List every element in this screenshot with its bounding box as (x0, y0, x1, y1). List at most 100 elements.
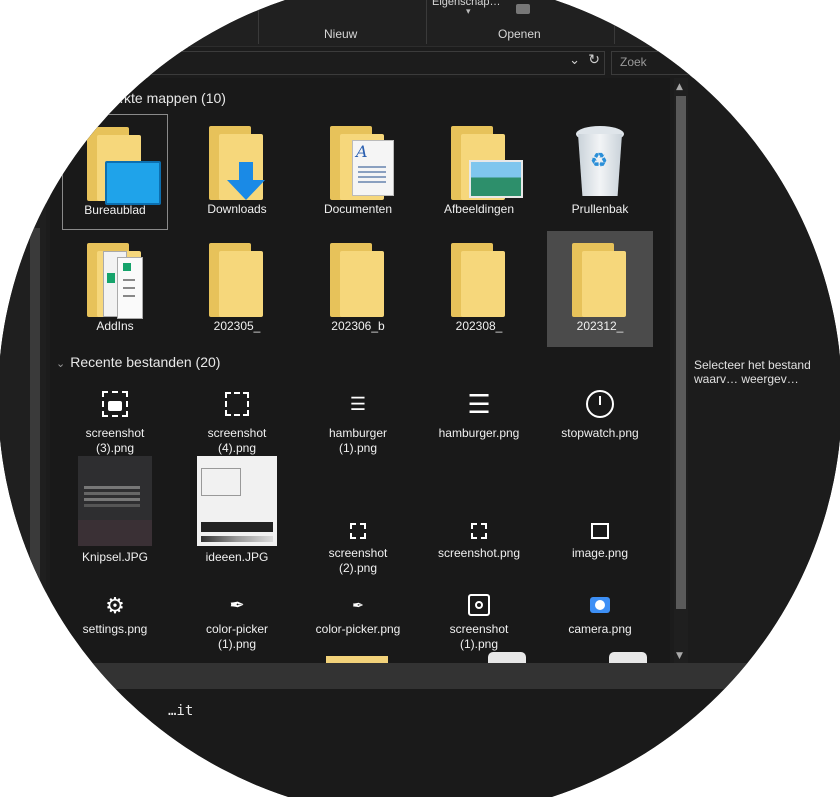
recent-files-title: Recente bestanden (20) (70, 354, 221, 370)
file-tile[interactable]: ideeen.JPG (184, 456, 290, 566)
folder-tile[interactable]: Afbeeldingen (426, 114, 532, 230)
hamburger-icon: ☰ (349, 393, 367, 414)
screenshot-icon (468, 520, 490, 542)
folder-tile[interactable]: AddIns (62, 231, 168, 347)
vertical-scrollbar[interactable]: ▲ ▼ (674, 78, 688, 663)
screenshot-icon (466, 592, 492, 618)
folder-icon (326, 239, 390, 319)
folder-icon (568, 239, 632, 319)
file-label: color-picker (1).png (205, 622, 268, 651)
file-tile[interactable]: screenshot.png (426, 518, 532, 578)
screenshot-icon (219, 386, 255, 422)
folder-icon (326, 656, 388, 663)
address-bar[interactable]: ⌄ ↻ (40, 51, 605, 75)
scroll-up-icon[interactable]: ▲ (676, 82, 683, 92)
folder-label: Documenten (323, 202, 393, 216)
folder-tile[interactable]: Downloads (184, 114, 290, 230)
file-tile[interactable]: ☰ hamburger.png (426, 378, 532, 448)
preview-pane: Selecteer het bestand waarv… weergev… (690, 78, 840, 663)
folder-label: 202306_b (331, 319, 385, 333)
folder-icon (205, 239, 269, 319)
file-label: screenshot.png (437, 546, 521, 560)
ribbon: Nieuw Openen Eigenschap… ▾ (0, 0, 840, 47)
file-tile[interactable]: screenshot (1).png (426, 584, 532, 654)
file-tile[interactable]: ✒ color-picker (1).png (184, 584, 290, 654)
file-tile[interactable]: screenshot (4).png (184, 378, 290, 455)
stopwatch-icon (582, 386, 618, 422)
file-icon (488, 652, 526, 663)
file-label: screenshot (2).png (328, 546, 388, 575)
scroll-down-icon[interactable]: ▼ (676, 651, 683, 661)
folder-tile[interactable]: 202305_ (184, 231, 290, 347)
file-tile[interactable]: screenshot (2).png (305, 518, 411, 578)
refresh-icon[interactable]: ↻ (588, 52, 600, 68)
file-tile[interactable]: screenshot (3).png (62, 378, 168, 455)
folder-label: Prullenbak (571, 202, 629, 216)
chevron-down-icon[interactable]: ⌄ (569, 53, 580, 68)
navigation-scrollbar[interactable] (30, 228, 40, 638)
folder-label: 202308_ (455, 319, 503, 333)
recycle-bin-icon: ♻ (570, 122, 630, 202)
navigation-pane[interactable] (0, 78, 46, 660)
terminal-line: …it (168, 703, 194, 719)
open-icon[interactable] (516, 4, 530, 14)
screenshot-icon (97, 386, 133, 422)
status-bar (0, 663, 840, 689)
file-label: ideeen.JPG (205, 550, 269, 564)
recent-files-header[interactable]: ⌄ Recente bestanden (20) (56, 354, 220, 370)
file-tile[interactable]: ☰ hamburger (1).png (305, 378, 411, 456)
file-label: screenshot (3).png (85, 426, 145, 455)
file-tile[interactable]: camera.png (547, 584, 653, 654)
frequent-folders-header[interactable]: …kte mappen (10) (110, 90, 226, 106)
search-placeholder: Zoek (620, 55, 647, 69)
gear-icon: ⚙ (105, 592, 125, 618)
folder-label: AddIns (96, 319, 134, 333)
documents-folder-icon: A (326, 122, 394, 202)
file-label: camera.png (568, 622, 632, 636)
file-tile[interactable]: stopwatch.png (547, 378, 653, 448)
search-input[interactable]: Zoek (611, 51, 840, 75)
file-tile[interactable]: Knipsel.JPG (62, 456, 168, 566)
image-thumbnail (78, 456, 152, 546)
image-icon (589, 520, 611, 542)
file-label: screenshot (4).png (207, 426, 267, 455)
ribbon-divider (614, 0, 615, 44)
eyedropper-icon: ✒ (229, 594, 245, 615)
chevron-down-icon[interactable]: ▾ (466, 7, 471, 17)
terminal-panel[interactable]: …it (0, 689, 840, 797)
hamburger-icon: ☰ (467, 388, 491, 419)
pictures-folder-icon (447, 122, 523, 202)
file-list[interactable]: …kte mappen (10) Bureaublad Downloads A (50, 78, 670, 663)
folder-tile[interactable]: 202308_ (426, 231, 532, 347)
ribbon-divider (258, 0, 259, 44)
file-label: hamburger (1).png (328, 426, 388, 455)
folder-label: Downloads (207, 202, 267, 216)
recycle-bin-tile[interactable]: ♻ Prullenbak (547, 114, 653, 230)
downloads-folder-icon (205, 122, 269, 202)
file-explorer-window: Nieuw Openen Eigenschap… ▾ ⌄ ↻ Zoek …kte… (0, 0, 840, 797)
eyedropper-icon: ✒ (352, 596, 364, 613)
file-label: Knipsel.JPG (81, 550, 149, 564)
file-tile[interactable]: image.png (547, 518, 653, 578)
scrollbar-thumb[interactable] (676, 96, 686, 609)
ribbon-group-openen[interactable]: Openen (498, 27, 541, 41)
folder-tile[interactable]: Bureaublad (62, 114, 168, 230)
ribbon-divider (426, 0, 427, 44)
file-label: image.png (571, 546, 629, 560)
folder-label: 202305_ (213, 319, 261, 333)
file-tile[interactable]: ✒ color-picker.png (305, 584, 411, 654)
image-thumbnail (197, 456, 277, 546)
folder-tile[interactable]: 202306_b (305, 231, 411, 347)
camera-icon (587, 592, 613, 618)
folder-tile[interactable]: A Documenten (305, 114, 411, 230)
file-label: color-picker.png (315, 622, 401, 636)
folder-label: 202312_ (576, 319, 624, 333)
chevron-down-icon[interactable]: ⌄ (56, 358, 65, 370)
file-label: settings.png (82, 622, 148, 636)
file-tile[interactable]: ⚙ settings.png (62, 584, 168, 654)
ribbon-group-nieuw[interactable]: Nieuw (324, 27, 357, 41)
file-label: hamburger.png (438, 426, 520, 440)
file-icon (609, 652, 647, 663)
folder-tile[interactable]: 202312_ (547, 231, 653, 347)
desktop-folder-icon (83, 123, 161, 205)
